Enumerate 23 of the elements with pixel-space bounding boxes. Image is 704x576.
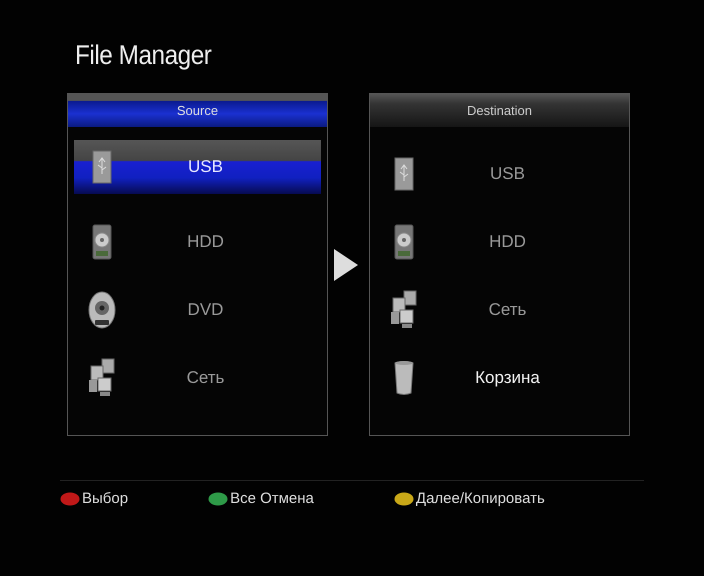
- arrow-right-icon: [333, 248, 359, 282]
- usb-drive-icon: [92, 150, 112, 184]
- device-item[interactable]: Корзина: [376, 344, 623, 412]
- device-item[interactable]: Сеть: [376, 276, 623, 344]
- hard-drive-icon: [394, 224, 414, 260]
- device-item[interactable]: HDD: [74, 208, 321, 276]
- key-label: Выбор: [82, 490, 128, 507]
- panel-header: Source: [68, 94, 327, 127]
- disc-icon: [88, 291, 116, 329]
- screen-title: File Manager: [75, 40, 212, 71]
- trash-can-icon: [394, 360, 414, 396]
- device-item[interactable]: USB: [376, 140, 623, 208]
- key-label: Все Отмена: [230, 490, 314, 507]
- device-item[interactable]: USB: [74, 140, 321, 194]
- device-item[interactable]: Сеть: [74, 344, 321, 412]
- computers-icon: [390, 290, 418, 330]
- hard-drive-icon: [92, 224, 112, 260]
- device-item[interactable]: DVD: [74, 276, 321, 344]
- device-item[interactable]: HDD: [376, 208, 623, 276]
- usb-drive-icon: [394, 157, 414, 191]
- key-label: Далее/Копировать: [416, 490, 545, 507]
- computers-icon: [88, 358, 116, 398]
- panel-header: Destination: [370, 94, 629, 127]
